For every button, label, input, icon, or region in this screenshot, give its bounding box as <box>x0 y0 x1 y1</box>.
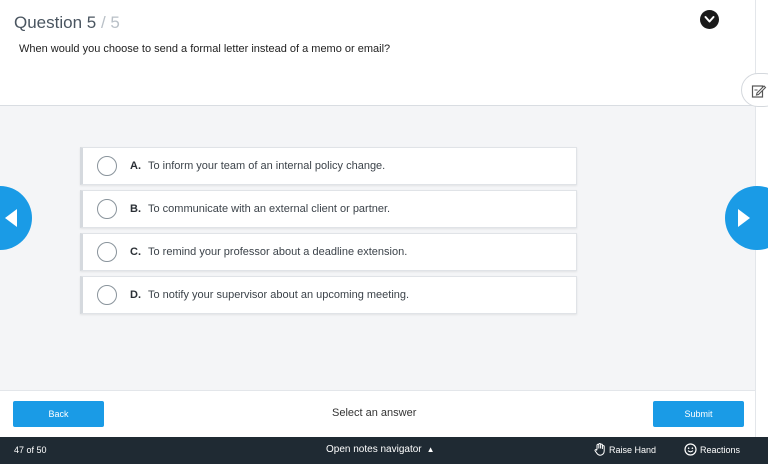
question-number: Question 5 <box>14 13 97 32</box>
radio-button[interactable] <box>97 285 117 305</box>
option-letter: A. <box>130 160 141 172</box>
question-text: When would you choose to send a formal l… <box>19 43 391 55</box>
option-letter: D. <box>130 289 141 301</box>
question-total: 5 <box>110 13 120 32</box>
option-text: To inform your team of an internal polic… <box>148 160 386 172</box>
question-header: Question 5 / 5 When would you choose to … <box>0 0 755 106</box>
question-separator: / <box>96 13 111 32</box>
question-title: Question 5 / 5 <box>14 13 120 33</box>
back-button[interactable]: Back <box>13 401 104 427</box>
notes-button[interactable] <box>741 73 768 107</box>
action-footer: Back Select an answer Submit <box>0 390 755 437</box>
option-text: To communicate with an external client o… <box>148 203 391 215</box>
edit-note-icon <box>751 85 767 98</box>
radio-button[interactable] <box>97 242 117 262</box>
caret-up-icon: ▲ <box>426 445 435 454</box>
bottom-toolbar: 47 of 50 Open notes navigator ▲ Raise Han… <box>0 437 768 464</box>
raise-hand-label: Raise Hand <box>609 444 657 455</box>
hand-icon <box>594 443 605 456</box>
collapse-button[interactable] <box>700 10 719 29</box>
arrow-right-icon <box>738 209 750 227</box>
option-text: To notify your supervisor about an upcom… <box>148 289 410 301</box>
answer-options: A. To inform your team of an internal po… <box>80 147 577 319</box>
chevron-down-icon <box>704 16 715 23</box>
smiley-icon <box>684 443 697 456</box>
answer-status: Select an answer <box>332 407 417 419</box>
submit-button[interactable]: Submit <box>653 401 744 427</box>
next-question-button[interactable] <box>725 186 768 250</box>
arrow-left-icon <box>5 209 17 227</box>
radio-button[interactable] <box>97 199 117 219</box>
raise-hand-button[interactable]: Raise Hand <box>594 443 656 456</box>
answer-option-a[interactable]: A. To inform your team of an internal po… <box>80 147 577 185</box>
reactions-label: Reactions <box>700 444 741 455</box>
radio-button[interactable] <box>97 156 117 176</box>
reactions-button[interactable]: Reactions <box>684 443 740 456</box>
notes-navigator-label: Open notes navigator <box>326 444 422 455</box>
option-text: To remind your professor about a deadlin… <box>148 246 408 258</box>
previous-question-button[interactable] <box>0 186 32 250</box>
answer-option-b[interactable]: B. To communicate with an external clien… <box>80 190 577 228</box>
progress-counter: 47 of 50 <box>14 445 47 455</box>
answer-option-d[interactable]: D. To notify your supervisor about an up… <box>80 276 577 314</box>
option-letter: C. <box>130 246 141 258</box>
notes-navigator-toggle[interactable]: Open notes navigator ▲ <box>326 444 435 455</box>
answer-option-c[interactable]: C. To remind your professor about a dead… <box>80 233 577 271</box>
option-letter: B. <box>130 203 141 215</box>
